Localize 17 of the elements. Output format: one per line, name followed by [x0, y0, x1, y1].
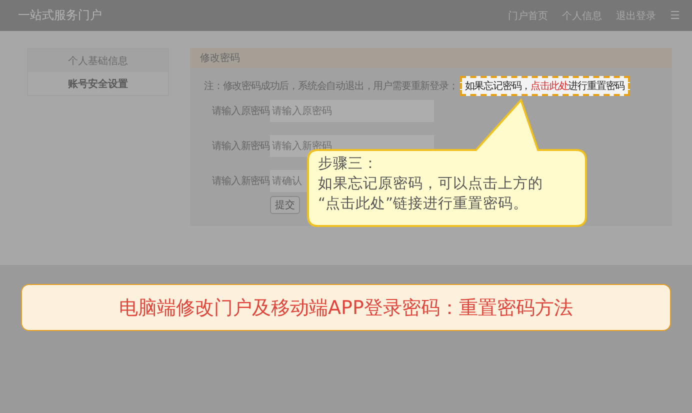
- submit-button[interactable]: 提交: [270, 196, 300, 214]
- password-field[interactable]: 请输入原密码: [270, 100, 434, 122]
- field-label: 请输入新密码: [212, 140, 270, 153]
- note-text: 注：修改密码成功后，系统会自动退出，用户需要重新登录；: [204, 80, 458, 93]
- field-label: 请输入新密码: [212, 174, 270, 188]
- field-label: 请输入原密码: [212, 104, 270, 118]
- callout-text: 如果忘记原密码，可以点击上方的: [318, 174, 543, 194]
- callout-text: 步骤三：: [318, 155, 379, 174]
- title-banner: 电脑端修改门户及移动端APP登录密码：重置密码方法: [21, 284, 671, 331]
- panel-title: 修改密码: [190, 48, 672, 68]
- sidebar-item[interactable]: 个人基础信息: [28, 49, 168, 72]
- site-title: 一站式服务门户: [18, 7, 103, 24]
- forgot-password-text: 如果忘记密码，点击此处进行重置密码: [460, 76, 630, 96]
- reset-link[interactable]: 点击此处: [530, 81, 568, 92]
- password-field[interactable]: 请确认: [270, 170, 308, 192]
- menu-icon[interactable]: ☰: [670, 9, 680, 22]
- callout-text: “点击此处”链接进行重置密码。: [318, 194, 530, 214]
